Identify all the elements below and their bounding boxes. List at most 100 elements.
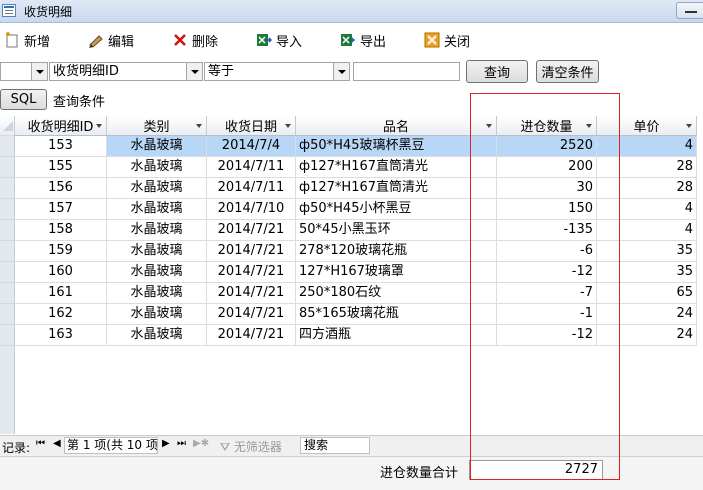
table-cell[interactable]: 35 — [597, 241, 697, 262]
row-selector[interactable] — [0, 157, 15, 178]
delete-button[interactable]: 删除 — [172, 30, 218, 50]
table-cell[interactable]: 2014/7/4 — [207, 136, 296, 157]
col-header-2[interactable]: 收货日期 — [207, 116, 296, 136]
table-cell[interactable]: 159 — [15, 241, 107, 262]
col-header-3[interactable]: 品名 — [296, 116, 497, 136]
table-cell[interactable]: 2014/7/21 — [207, 283, 296, 304]
table-cell[interactable]: ф127*H167直筒清光 — [296, 157, 497, 178]
filter-value-input[interactable] — [353, 62, 460, 81]
minimize-button[interactable] — [676, 2, 703, 19]
row-selector[interactable] — [0, 199, 15, 220]
table-cell[interactable]: 250*180石纹 — [296, 283, 497, 304]
table-cell[interactable]: 127*H167玻璃罩 — [296, 262, 497, 283]
table-cell[interactable]: 水晶玻璃 — [107, 283, 207, 304]
table-cell[interactable]: 35 — [597, 262, 697, 283]
table-cell[interactable]: 158 — [15, 220, 107, 241]
table-cell[interactable]: 水晶玻璃 — [107, 241, 207, 262]
table-cell[interactable]: 30 — [497, 178, 597, 199]
table-cell[interactable]: 50*45小黑玉环 — [296, 220, 497, 241]
table-cell[interactable]: 28 — [597, 178, 697, 199]
table-cell[interactable]: 155 — [15, 157, 107, 178]
table-cell[interactable]: 2014/7/21 — [207, 262, 296, 283]
row-selector[interactable] — [0, 304, 15, 325]
row-selector[interactable] — [0, 136, 15, 157]
table-cell[interactable]: 水晶玻璃 — [107, 262, 207, 283]
col-header-4[interactable]: 进仓数量 — [497, 116, 597, 136]
new-record-icon[interactable]: ▶✱ — [193, 438, 209, 449]
table-cell[interactable]: 水晶玻璃 — [107, 178, 207, 199]
table-cell[interactable]: 278*120玻璃花瓶 — [296, 241, 497, 262]
col-header-5[interactable]: 单价 — [597, 116, 697, 136]
export-button[interactable]: 导出 — [340, 30, 386, 50]
table-cell[interactable]: 28 — [597, 157, 697, 178]
table-cell[interactable]: 157 — [15, 199, 107, 220]
table-cell[interactable]: 2014/7/11 — [207, 178, 296, 199]
clear-conditions-button[interactable]: 清空条件 — [536, 60, 599, 83]
table-cell[interactable]: 163 — [15, 325, 107, 346]
table-cell[interactable]: -12 — [497, 325, 597, 346]
row-selector[interactable] — [0, 283, 15, 304]
table-cell[interactable]: 24 — [597, 325, 697, 346]
table-cell[interactable]: -7 — [497, 283, 597, 304]
table-cell[interactable]: 2014/7/10 — [207, 199, 296, 220]
chevron-down-icon[interactable] — [31, 63, 47, 80]
edit-button[interactable]: 编辑 — [88, 30, 134, 50]
row-selector[interactable] — [0, 262, 15, 283]
table-cell[interactable]: 2520 — [497, 136, 597, 157]
table-cell[interactable]: 156 — [15, 178, 107, 199]
table-cell[interactable]: 四方酒瓶 — [296, 325, 497, 346]
table-cell[interactable]: 160 — [15, 262, 107, 283]
table-cell[interactable]: 水晶玻璃 — [107, 304, 207, 325]
table-cell[interactable]: 2014/7/21 — [207, 304, 296, 325]
select-all-corner[interactable] — [0, 116, 15, 136]
table-cell[interactable]: 161 — [15, 283, 107, 304]
new-button[interactable]: 新增 — [4, 30, 50, 50]
table-cell[interactable]: 水晶玻璃 — [107, 136, 207, 157]
table-cell[interactable]: -12 — [497, 262, 597, 283]
row-selector[interactable] — [0, 325, 15, 346]
table-cell[interactable]: 水晶玻璃 — [107, 325, 207, 346]
row-selector[interactable] — [0, 178, 15, 199]
table-cell[interactable]: 2014/7/21 — [207, 325, 296, 346]
table-cell[interactable]: ф127*H167直筒清光 — [296, 178, 497, 199]
row-selector[interactable] — [0, 241, 15, 262]
chevron-down-icon[interactable] — [333, 63, 349, 80]
close-button[interactable]: 关闭 — [424, 30, 470, 50]
col-header-0[interactable]: 收货明细ID — [15, 116, 107, 136]
no-filter-indicator[interactable]: ⛛ 无筛选器 — [220, 438, 282, 455]
table-cell[interactable]: -6 — [497, 241, 597, 262]
query-button[interactable]: 查询 — [466, 60, 528, 83]
table-cell[interactable]: 24 — [597, 304, 697, 325]
table-cell[interactable]: 水晶玻璃 — [107, 220, 207, 241]
table-cell[interactable]: 2014/7/11 — [207, 157, 296, 178]
table-cell[interactable]: 4 — [597, 199, 697, 220]
operator-select[interactable]: 等于 — [204, 62, 350, 81]
prev-record-icon[interactable]: ◀ — [53, 438, 61, 449]
table-cell[interactable]: 水晶玻璃 — [107, 199, 207, 220]
first-record-icon[interactable]: ⏮ — [36, 438, 45, 449]
table-cell[interactable]: -1 — [497, 304, 597, 325]
field-select[interactable]: 收货明细ID — [49, 62, 203, 81]
table-cell[interactable]: -135 — [497, 220, 597, 241]
table-cell[interactable]: 153 — [15, 136, 107, 157]
chevron-down-icon[interactable] — [186, 63, 202, 80]
table-cell[interactable]: 2014/7/21 — [207, 241, 296, 262]
sql-button[interactable]: SQL — [0, 89, 47, 110]
record-position-input[interactable]: 第 1 项(共 10 项 — [64, 437, 158, 454]
col-header-1[interactable]: 类别 — [107, 116, 207, 136]
table-cell[interactable]: 162 — [15, 304, 107, 325]
table-cell[interactable]: 85*165玻璃花瓶 — [296, 304, 497, 325]
import-button[interactable]: 导入 — [256, 30, 302, 50]
table-cell[interactable]: ф50*H45玻璃杯黑豆 — [296, 136, 497, 157]
logic-select[interactable] — [0, 62, 48, 81]
table-cell[interactable]: 4 — [597, 220, 697, 241]
table-cell[interactable]: ф50*H45小杯黑豆 — [296, 199, 497, 220]
row-selector[interactable] — [0, 220, 15, 241]
table-cell[interactable]: 65 — [597, 283, 697, 304]
next-record-icon[interactable]: ▶ — [162, 438, 170, 449]
search-input[interactable]: 搜索 — [300, 437, 370, 454]
table-cell[interactable]: 150 — [497, 199, 597, 220]
table-cell[interactable]: 4 — [597, 136, 697, 157]
table-cell[interactable]: 水晶玻璃 — [107, 157, 207, 178]
last-record-icon[interactable]: ⏭ — [177, 438, 186, 449]
